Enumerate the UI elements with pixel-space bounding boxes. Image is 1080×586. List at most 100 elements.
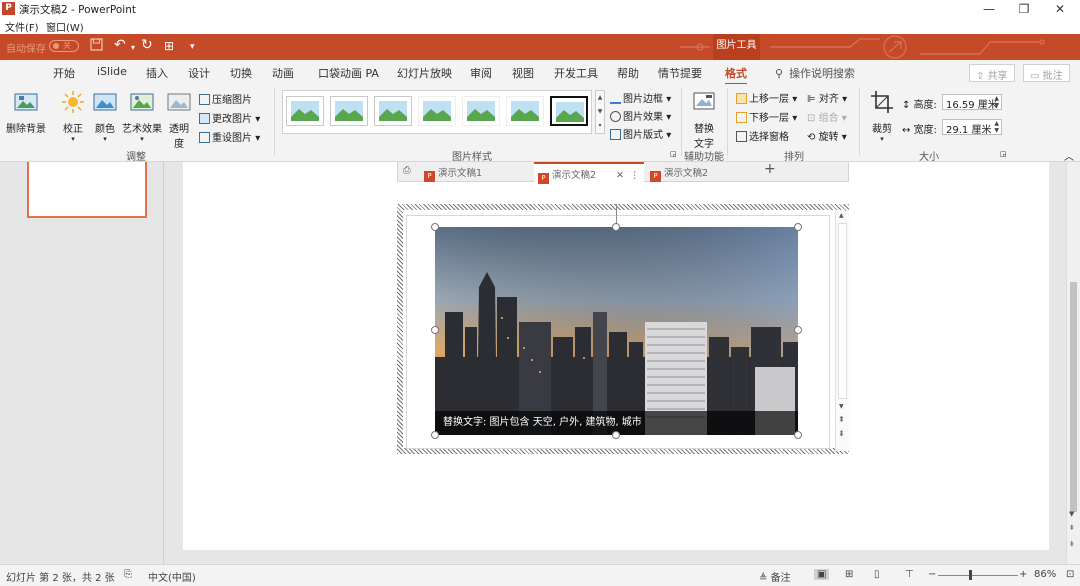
embedded-tab-1[interactable]: P 演示文稿1	[424, 165, 482, 182]
tell-me-search[interactable]: ⚲ 操作说明搜索	[775, 65, 855, 81]
resize-handle-bottom[interactable]	[612, 431, 620, 439]
resize-handle-top-right[interactable]	[794, 223, 802, 231]
embedded-scroll-thumb[interactable]	[838, 223, 847, 399]
comments-button[interactable]: ▭ 批注	[1023, 64, 1070, 82]
main-scroll-thumb[interactable]	[1070, 282, 1077, 512]
remove-background-button[interactable]: 删除背景	[6, 90, 46, 135]
prev-page-icon[interactable]: ⇞	[838, 415, 845, 424]
city-skyline-photo[interactable]: 替换文字: 图片包含 天空, 户外, 建筑物, 城市	[435, 227, 798, 435]
scroll-down-icon[interactable]: ▼	[839, 403, 844, 410]
color-button[interactable]: 颜色 ▾	[92, 90, 118, 143]
align-button[interactable]: ⊫ 对齐 ▾	[807, 90, 847, 105]
notes-button[interactable]: ≜ 备注	[759, 569, 791, 584]
slide-thumbnail-selected[interactable]	[27, 162, 147, 218]
normal-view-icon[interactable]: ▣	[814, 569, 830, 580]
tab-help[interactable]: 帮助	[617, 65, 639, 81]
corrections-button[interactable]: 校正 ▾	[59, 90, 87, 143]
resize-handle-top[interactable]	[612, 223, 620, 231]
embedded-tab-3[interactable]: P 演示文稿2	[650, 165, 708, 182]
next-page-icon[interactable]: ⇟	[838, 429, 845, 438]
resize-handle-bottom-left[interactable]	[431, 431, 439, 439]
zoom-level[interactable]: 86%	[1034, 569, 1056, 580]
style-thumb-4[interactable]	[418, 96, 456, 126]
tab-view[interactable]: 视图	[512, 65, 534, 81]
tab-review[interactable]: 审阅	[470, 65, 492, 81]
close-button[interactable]: ✕	[1042, 0, 1078, 18]
scroll-up-icon[interactable]: ▲	[839, 212, 844, 219]
tab-slideshow[interactable]: 幻灯片放映	[397, 65, 452, 81]
selection-pane-button[interactable]: 选择窗格	[736, 128, 789, 143]
main-vertical-scrollbar[interactable]: ▼ ⇞ ⇟	[1066, 162, 1080, 564]
artistic-effects-button[interactable]: 艺术效果 ▾	[122, 90, 162, 143]
redo-icon[interactable]: ↻	[141, 37, 153, 53]
picture-border-button[interactable]: 图片边框 ▾	[610, 90, 671, 105]
zoom-slider-knob[interactable]	[969, 570, 972, 580]
width-input[interactable]: 29.1 厘米 ▲ ▼	[942, 119, 1002, 136]
resize-handle-top-left[interactable]	[431, 223, 439, 231]
reset-picture-button[interactable]: 重设图片 ▾	[199, 129, 260, 144]
style-thumb-7[interactable]	[550, 96, 588, 126]
menu-window[interactable]: 窗口(W)	[46, 19, 84, 34]
tab-home[interactable]: 开始	[53, 65, 75, 81]
resize-handle-left[interactable]	[431, 326, 439, 334]
spelling-icon[interactable]: ⎘	[124, 569, 132, 580]
resize-handle-right[interactable]	[794, 326, 802, 334]
embedded-scrollbar[interactable]: ▲ ▼ ⇞ ⇟	[835, 211, 849, 451]
width-spinner-icon[interactable]: ▲ ▼	[994, 120, 999, 134]
presentation-icon[interactable]: ⊞	[164, 39, 174, 53]
tab-more-icon[interactable]: ⋮	[630, 170, 640, 181]
height-input[interactable]: 16.59 厘米 ▲ ▼	[942, 94, 1002, 111]
save-icon[interactable]	[90, 38, 103, 55]
fit-to-window-icon[interactable]: ⊡	[1066, 569, 1074, 580]
tab-islide[interactable]: iSlide	[97, 65, 127, 78]
compress-pictures-button[interactable]: 压缩图片	[199, 91, 252, 106]
undo-dropdown-icon[interactable]: ▾	[131, 43, 135, 52]
send-backward-button[interactable]: 下移一层 ▾	[736, 109, 797, 124]
tab-design[interactable]: 设计	[188, 65, 210, 81]
slide-sorter-icon[interactable]: ⊞	[845, 569, 853, 580]
tab-insert[interactable]: 插入	[146, 65, 168, 81]
style-thumb-6[interactable]	[506, 96, 544, 126]
customize-qat-icon[interactable]: ▾	[190, 42, 195, 52]
minimize-button[interactable]: —	[971, 0, 1007, 18]
share-button[interactable]: ⇪ 共享	[969, 64, 1015, 82]
reading-view-icon[interactable]: ▯	[874, 569, 880, 580]
zoom-in-icon[interactable]: +	[1019, 569, 1027, 580]
next-slide-icon[interactable]: ⇟	[1069, 540, 1075, 548]
crop-button[interactable]: 裁剪 ▾	[868, 90, 896, 143]
slideshow-icon[interactable]: ⊤	[905, 569, 914, 580]
picture-layout-button[interactable]: 图片版式 ▾	[610, 126, 671, 141]
size-dialog-launcher-icon[interactable]: ◲	[1000, 150, 1007, 158]
collapse-ribbon-icon[interactable]: ︿	[1064, 148, 1074, 163]
undo-icon[interactable]: ↶	[114, 37, 126, 53]
tab-format[interactable]: 格式	[725, 65, 747, 85]
tab-developer[interactable]: 开发工具	[554, 65, 598, 81]
embedded-tab-2-active[interactable]: P 演示文稿2 ✕ ⋮	[534, 162, 644, 184]
gallery-scroll[interactable]: ▲ ▼ ▾	[595, 90, 605, 134]
tab-pocket-animation[interactable]: 口袋动画 PA	[318, 65, 379, 81]
tab-animations[interactable]: 动画	[272, 65, 294, 81]
transparency-button[interactable]: 透明 度	[167, 90, 191, 150]
tab-storyboard[interactable]: 情节提要	[658, 65, 702, 81]
style-thumb-5[interactable]	[462, 96, 500, 126]
style-thumb-2[interactable]	[330, 96, 368, 126]
tab-transitions[interactable]: 切换	[230, 65, 252, 81]
language-status[interactable]: 中文(中国)	[148, 569, 196, 584]
zoom-slider-track[interactable]	[938, 575, 1018, 576]
embedded-tabs-menu-icon[interactable]: ⎙	[403, 165, 411, 176]
styles-dialog-launcher-icon[interactable]: ◲	[670, 150, 677, 158]
group-button[interactable]: ⊡ 组合 ▾	[807, 109, 847, 124]
alt-text-button[interactable]: 替换 文字	[689, 90, 719, 150]
bring-forward-button[interactable]: 上移一层 ▾	[736, 90, 797, 105]
picture-effects-button[interactable]: 图片效果 ▾	[610, 108, 671, 123]
scroll-down-icon[interactable]: ▼	[1069, 510, 1074, 518]
resize-handle-bottom-right[interactable]	[794, 431, 802, 439]
new-tab-plus-icon[interactable]: +	[764, 161, 776, 177]
style-thumb-1[interactable]	[286, 96, 324, 126]
height-spinner-icon[interactable]: ▲ ▼	[994, 95, 999, 109]
zoom-out-icon[interactable]: −	[928, 569, 936, 580]
menu-file[interactable]: 文件(F)	[5, 19, 39, 34]
restore-button[interactable]: ❐	[1006, 0, 1042, 18]
autosave-toggle[interactable]: 关	[49, 40, 79, 52]
style-thumb-3[interactable]	[374, 96, 412, 126]
